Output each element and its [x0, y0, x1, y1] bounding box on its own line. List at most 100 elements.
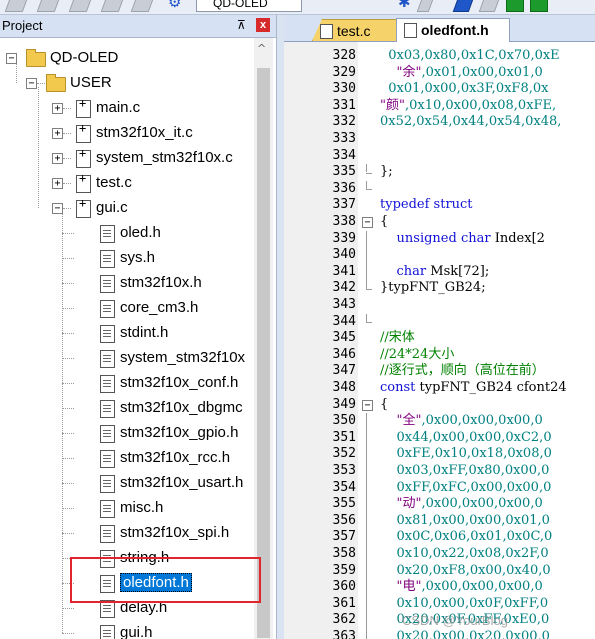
tree-item-gui-h[interactable]: gui.h	[120, 622, 153, 639]
code-line[interactable]: 351 0x44,0x00,0x00,0xC2,0	[284, 430, 595, 447]
code-line[interactable]: 342}typFNT_GB24;	[284, 280, 595, 297]
download-icon[interactable]	[506, 0, 524, 12]
tree-item-stm32f10x-h[interactable]: stm32f10x.h	[120, 272, 202, 294]
tree-scrollbar[interactable]: ^	[254, 38, 273, 639]
code-line[interactable]: 352 0xFE,0x10,0x18,0x08,0	[284, 446, 595, 463]
manage-components-icon[interactable]	[452, 0, 476, 12]
code-line[interactable]: 328 0x03,0x80,0x1C,0x70,0xE	[284, 48, 595, 65]
tree-item-user[interactable]: USER	[70, 72, 112, 94]
toolbar-button-6[interactable]	[416, 0, 436, 12]
toolbar-button-2[interactable]	[36, 0, 62, 12]
tab-test-c[interactable]: test.c	[312, 19, 398, 41]
code-line[interactable]: 355 "动",0x00,0x00,0x00,0	[284, 496, 595, 513]
code-line[interactable]: 330 0x01,0x00,0x3F,0xF8,0x	[284, 81, 595, 98]
tree-item-qd-oled[interactable]: QD-OLED	[50, 47, 118, 69]
tree-item-stm32f10x-dbgmc[interactable]: stm32f10x_dbgmc	[120, 397, 243, 419]
load-icon[interactable]	[530, 0, 548, 12]
code-line[interactable]: 363 0x20,0x00,0x20,0x00,0	[284, 629, 595, 639]
code-line[interactable]: 353 0x03,0xFF,0x80,0x00,0	[284, 463, 595, 480]
code-line[interactable]: 341 char Msk[72];	[284, 264, 595, 281]
code-line[interactable]: 350 "全",0x00,0x00,0x00,0	[284, 413, 595, 430]
tree-item-main-c[interactable]: main.c	[96, 97, 140, 119]
build-target-icon[interactable]: ⚙	[168, 0, 186, 10]
fold-guide	[366, 313, 367, 322]
code-line[interactable]: 340	[284, 247, 595, 264]
tree-item-stdint-h[interactable]: stdint.h	[120, 322, 168, 344]
header-file-icon	[100, 350, 115, 368]
code-text: 0x81,0x00,0x00,0x01,0	[380, 513, 550, 530]
expand-icon[interactable]: +	[52, 128, 63, 139]
magic-wand-icon[interactable]: ✱	[398, 0, 416, 10]
tree-item-core-cm3-h[interactable]: core_cm3.h	[120, 297, 198, 319]
code-line[interactable]: 331 "颜",0x10,0x00,0x08,0xFE,	[284, 98, 595, 115]
code-editor[interactable]: 328 0x03,0x80,0x1C,0x70,0xE 329 "余",0x01,…	[284, 42, 595, 639]
close-icon[interactable]: x	[256, 18, 270, 32]
fold-collapse-icon[interactable]: −	[362, 399, 373, 411]
fold-collapse-icon[interactable]: −	[362, 217, 373, 228]
tree-item-oled-h[interactable]: oled.h	[120, 222, 161, 244]
tree-item-stm32f10x-rcc-h[interactable]: stm32f10x_rcc.h	[120, 447, 230, 469]
code-line[interactable]: 359 0x20,0xF8,0x00,0x40,0	[284, 563, 595, 580]
scrollbar-thumb[interactable]	[257, 68, 270, 638]
code-line[interactable]: 336	[284, 181, 595, 198]
toolbar-button-1[interactable]	[4, 0, 30, 12]
tree-item-stm32f10x-gpio-h[interactable]: stm32f10x_gpio.h	[120, 422, 238, 444]
code-line[interactable]: 329 "余",0x01,0x00,0x01,0	[284, 65, 595, 82]
tree-item-system-stm32f10x-c[interactable]: system_stm32f10x.c	[96, 147, 233, 169]
tree-item-gui-c[interactable]: gui.c	[96, 197, 128, 219]
expand-icon[interactable]: +	[52, 103, 63, 114]
code-line[interactable]: 334	[284, 148, 595, 165]
code-text: 0x52,0x54,0x44,0x54,0x48,	[380, 114, 561, 131]
code-line[interactable]: 333	[284, 131, 595, 148]
code-line[interactable]: 344	[284, 314, 595, 331]
code-line[interactable]: 332 0x52,0x54,0x44,0x54,0x48,	[284, 114, 595, 131]
tree-item-misc-h[interactable]: misc.h	[120, 497, 163, 519]
expand-icon[interactable]: +	[52, 153, 63, 164]
toolbar-button-3[interactable]	[68, 0, 94, 12]
line-number: 347	[332, 363, 356, 379]
code-line[interactable]: 358 0x10,0x22,0x08,0x2F,0	[284, 546, 595, 563]
tree-item-label: QD-OLED	[50, 49, 119, 66]
scroll-up-icon[interactable]: ^	[257, 42, 266, 55]
expand-icon[interactable]: +	[52, 178, 63, 189]
toolbar-button-4[interactable]	[100, 0, 126, 12]
code-line[interactable]: 343	[284, 297, 595, 314]
tree-item-system-stm32f10x[interactable]: system_stm32f10x	[120, 347, 245, 369]
collapse-icon[interactable]: −	[26, 78, 37, 89]
line-number: 355	[332, 496, 356, 512]
collapse-icon[interactable]: −	[6, 53, 17, 64]
code-line[interactable]: 356 0x81,0x00,0x00,0x01,0	[284, 513, 595, 530]
tree-item-stm32f10x-spi-h[interactable]: stm32f10x_spi.h	[120, 522, 229, 544]
code-line[interactable]: 349 {	[284, 397, 595, 414]
code-line[interactable]: 345 //宋体	[284, 330, 595, 347]
pin-icon[interactable]: ⊼	[237, 18, 246, 32]
project-panel-title: Project	[2, 18, 43, 33]
line-number: 354	[332, 479, 356, 495]
header-file-icon	[100, 475, 115, 493]
tree-item-stm32f10x-usart-h[interactable]: stm32f10x_usart.h	[120, 472, 243, 494]
number-token: 0x52,0x54,0x44,0x54,0x48,	[380, 114, 562, 130]
toolbar-button-5[interactable]	[130, 0, 156, 12]
code-line[interactable]: 335};	[284, 164, 595, 181]
toolbar-button-7[interactable]	[478, 0, 502, 12]
code-line[interactable]: 339 unsigned char Index[2	[284, 231, 595, 248]
code-line[interactable]: 348 const typFNT_GB24 cfont24	[284, 380, 595, 397]
code-token: Msk[72];	[426, 263, 490, 279]
editor-tabbar: test.c oledfont.h	[284, 15, 595, 42]
code-line[interactable]: 361 0x10,0x00,0x0F,0xFF,0	[284, 596, 595, 613]
code-line[interactable]: 338 {	[284, 214, 595, 231]
tree-item-sys-h[interactable]: sys.h	[120, 247, 155, 269]
code-line[interactable]: 347 //逐行式，顺向（高位在前）	[284, 363, 595, 380]
code-line[interactable]: 357 0x0C,0x06,0x01,0x0C,0	[284, 529, 595, 546]
tree-item-label: gui.c	[96, 199, 128, 216]
code-line[interactable]: 360 "电",0x00,0x00,0x00,0	[284, 579, 595, 596]
tree-item-stm32f10x-conf-h[interactable]: stm32f10x_conf.h	[120, 372, 238, 394]
code-line[interactable]: 354 0xFF,0xFC,0x00,0x00,0	[284, 480, 595, 497]
collapse-icon[interactable]: −	[52, 203, 63, 214]
code-line[interactable]: 337 typedef struct	[284, 197, 595, 214]
tree-item-test-c[interactable]: test.c	[96, 172, 132, 194]
tree-item-stm32f10x-it-c[interactable]: stm32f10x_it.c	[96, 122, 193, 144]
code-line[interactable]: 346 //24*24大小	[284, 347, 595, 364]
target-select[interactable]: QD-OLED	[196, 0, 302, 12]
tab-oledfont-h[interactable]: oledfont.h	[396, 18, 510, 42]
